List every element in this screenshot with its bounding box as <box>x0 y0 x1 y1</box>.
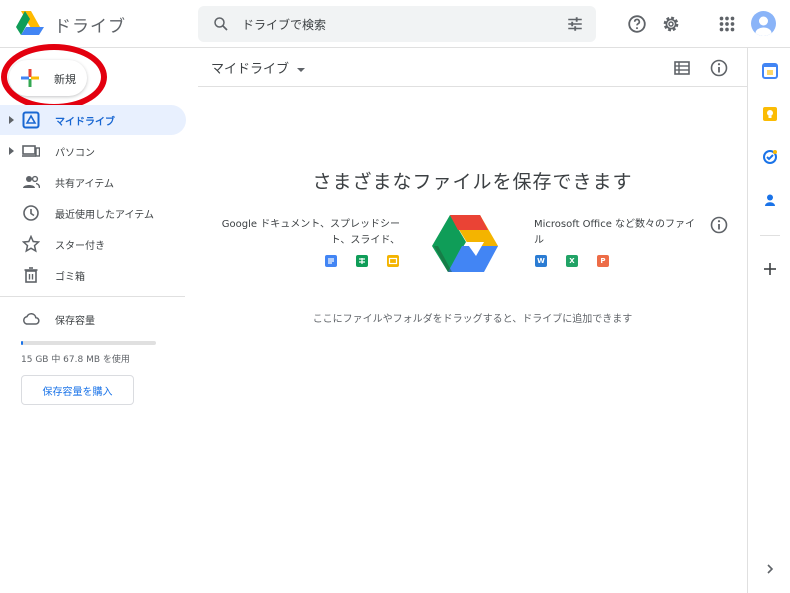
page-title-text: マイドライブ <box>211 62 290 77</box>
excel-icon: X <box>566 255 578 267</box>
drive-illustration-icon <box>432 215 498 272</box>
sheets-icon <box>356 255 368 267</box>
keep-icon[interactable] <box>762 106 778 122</box>
slides-icon <box>387 255 399 267</box>
apps-grid-icon[interactable] <box>716 13 738 35</box>
star-icon <box>22 235 40 253</box>
side-panel <box>747 48 790 593</box>
sidebar-item-recent[interactable]: 最近使用したアイテム <box>0 198 186 228</box>
sidebar-item-label: スター付き <box>55 241 105 252</box>
account-avatar[interactable] <box>751 11 776 36</box>
sidebar-item-starred[interactable]: スター付き <box>0 229 186 259</box>
shared-icon <box>23 175 40 189</box>
clock-icon <box>23 205 39 221</box>
sidebar-item-my-drive[interactable]: マイドライブ <box>0 105 186 135</box>
docs-icon <box>325 255 337 267</box>
toolbar-divider <box>198 86 747 87</box>
search-box[interactable]: ドライブで検索 <box>198 6 596 42</box>
sidebar-item-computers[interactable]: パソコン <box>0 136 186 166</box>
new-button[interactable]: 新規 <box>9 60 87 96</box>
dropdown-arrow-icon <box>297 67 306 72</box>
sidebar-divider <box>0 296 185 297</box>
my-drive-icon <box>22 111 40 129</box>
computers-icon <box>22 145 40 157</box>
tasks-icon[interactable] <box>762 149 778 165</box>
expand-arrow-icon[interactable] <box>9 147 14 155</box>
expand-arrow-icon[interactable] <box>9 116 14 124</box>
top-bar: ドライブ ドライブで検索 <box>0 0 790 48</box>
side-panel-divider <box>760 235 780 236</box>
empty-state-headline: さまざまなファイルを保存できます <box>312 171 633 193</box>
sidebar-item-trash[interactable]: ゴミ箱 <box>0 260 186 290</box>
office-formats-text: Microsoft Office など数々のファイル <box>534 219 696 246</box>
powerpoint-icon: P <box>597 255 609 267</box>
sidebar-item-label: ゴミ箱 <box>55 272 85 283</box>
new-button-label: 新規 <box>54 73 76 86</box>
sidebar-item-storage[interactable]: 保存容量 <box>0 304 186 334</box>
sidebar-item-shared[interactable]: 共有アイテム <box>0 167 186 197</box>
get-addons-plus-icon[interactable] <box>762 261 778 277</box>
sidebar-item-label: パソコン <box>55 148 95 159</box>
help-icon[interactable] <box>626 13 648 35</box>
person-icon <box>755 16 772 36</box>
storage-usage-text: 15 GB 中 67.8 MB を使用 <box>21 355 130 365</box>
trash-icon <box>24 267 38 283</box>
buy-storage-button[interactable]: 保存容量を購入 <box>21 375 134 405</box>
sidebar-item-label: 共有アイテム <box>55 179 114 190</box>
contacts-icon[interactable] <box>762 192 778 208</box>
page-title[interactable]: マイドライブ <box>211 58 306 77</box>
sidebar-item-label: マイドライブ <box>55 117 115 128</box>
file-types-info-icon[interactable] <box>709 215 729 235</box>
storage-usage-fill <box>21 341 24 345</box>
storage-usage-bar <box>21 341 156 345</box>
cloud-icon <box>23 313 40 325</box>
sidebar-item-label: 保存容量 <box>55 316 95 327</box>
info-icon[interactable] <box>709 58 729 78</box>
settings-gear-icon[interactable] <box>660 13 682 35</box>
sidebar-item-label: 最近使用したアイテム <box>55 210 154 221</box>
plus-icon <box>21 69 39 87</box>
word-icon: W <box>535 255 547 267</box>
search-options-icon[interactable] <box>566 15 584 33</box>
google-formats-text: Google ドキュメント、スプレッドシート、スライド、 <box>221 219 400 246</box>
app-name: ドライブ <box>54 17 126 37</box>
calendar-icon[interactable] <box>762 63 778 79</box>
chevron-right-icon[interactable] <box>764 563 776 575</box>
search-icon[interactable] <box>212 15 230 33</box>
drag-drop-hint: ここにファイルやフォルダをドラッグすると、ドライブに追加できます <box>312 314 633 325</box>
drive-logo-icon[interactable] <box>16 10 44 36</box>
search-input[interactable]: ドライブで検索 <box>242 16 326 33</box>
list-view-icon[interactable] <box>672 58 692 78</box>
